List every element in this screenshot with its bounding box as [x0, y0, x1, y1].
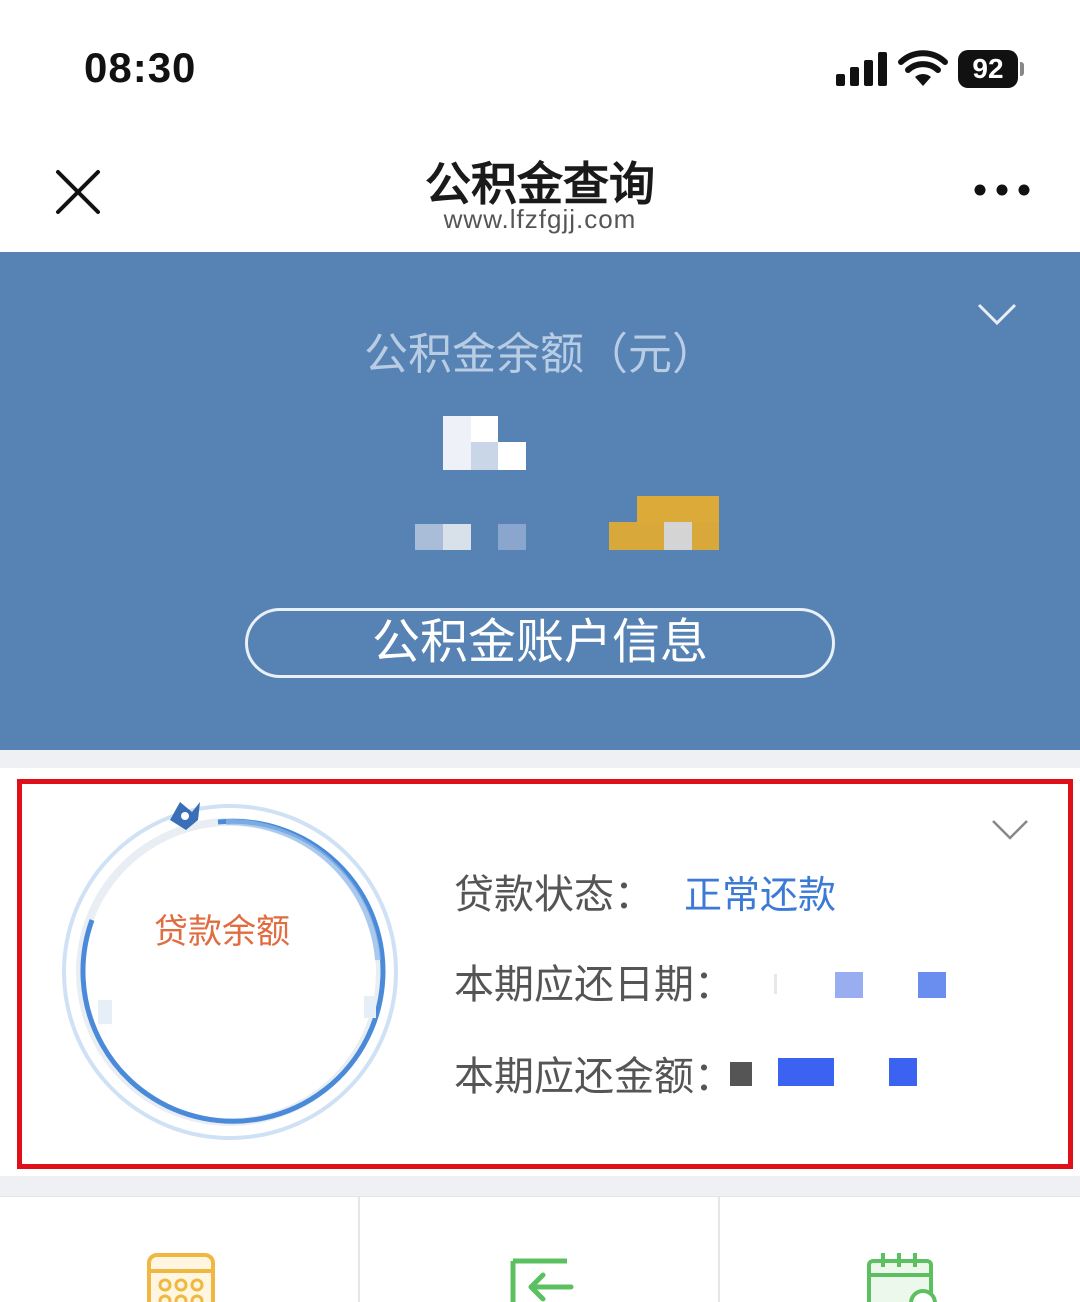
chevron-down-icon[interactable] — [990, 818, 1030, 842]
loan-status-label: 贷款状态： — [454, 872, 654, 918]
due-date-label: 本期应还日期： — [454, 962, 734, 1008]
more-icon[interactable] — [972, 182, 1032, 198]
loan-balance-ring — [62, 802, 398, 1140]
battery-icon: 92 — [958, 50, 1024, 88]
transfer-in-icon — [510, 1258, 574, 1302]
calendar-icon — [147, 1253, 215, 1302]
service-item[interactable] — [360, 1197, 720, 1302]
balance-label: 公积金余额（元） — [364, 329, 716, 380]
battery-tip — [1020, 62, 1024, 76]
nav-bar: 公积金查询 www.lfzfgjj.com — [0, 130, 1080, 252]
battery-level: 92 — [958, 50, 1018, 88]
masked-due-date — [774, 972, 946, 998]
chevron-down-icon[interactable] — [976, 302, 1018, 328]
wifi-icon — [898, 50, 948, 86]
status-bar: 08:30 92 — [0, 0, 1080, 130]
service-item[interactable] — [720, 1197, 1080, 1302]
service-item[interactable] — [0, 1197, 360, 1302]
page-url: www.lfzfgjj.com — [443, 204, 637, 234]
masked-due-amount — [730, 1058, 917, 1086]
section-divider — [0, 750, 1080, 768]
account-info-button[interactable]: 公积金账户信息 — [245, 608, 835, 678]
section-divider — [0, 1176, 1080, 1196]
schedule-icon — [867, 1253, 937, 1302]
cellular-signal-icon — [836, 52, 887, 86]
due-amount-label: 本期应还金额： — [454, 1054, 734, 1100]
masked-balance-amount — [415, 416, 719, 550]
loan-status-value: 正常还款 — [684, 873, 837, 917]
service-grid — [0, 1196, 1080, 1302]
loan-card[interactable]: 贷款余额 贷款状态： 正常还款 本期应还日期： 本期应还金额： — [17, 779, 1073, 1169]
loan-balance-label: 贷款余额 — [154, 912, 290, 952]
balance-panel: 公积金余额（元） 公积金账户信息 — [0, 252, 1080, 750]
status-time: 08:30 — [84, 44, 197, 91]
